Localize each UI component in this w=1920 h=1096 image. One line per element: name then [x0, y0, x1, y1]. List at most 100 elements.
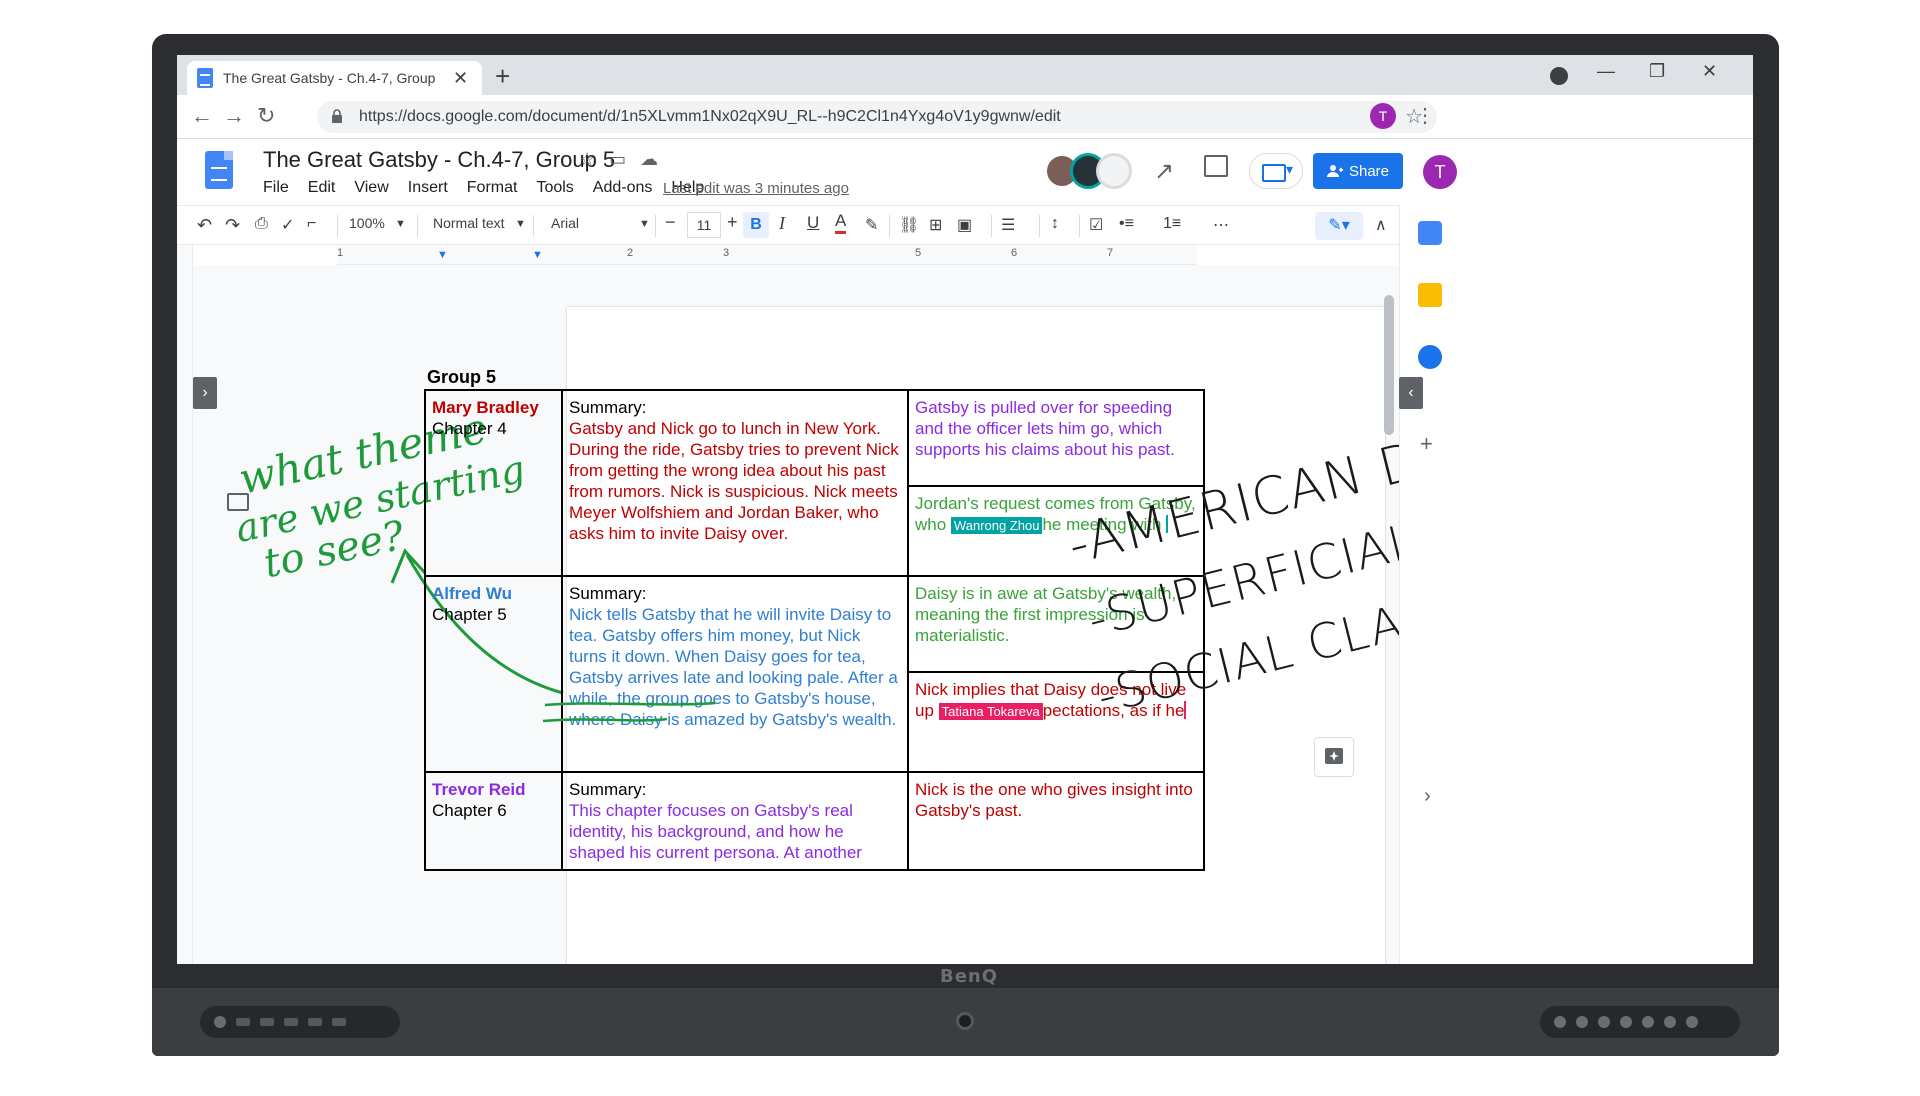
tasks-icon[interactable] [1418, 345, 1442, 369]
add-addon-icon[interactable]: + [1420, 431, 1433, 457]
port-icon [308, 1018, 322, 1026]
menu-edit[interactable]: Edit [308, 179, 336, 197]
underline-button[interactable]: U [807, 213, 819, 233]
close-icon[interactable]: ✕ [453, 68, 468, 89]
omnibox[interactable]: https://docs.google.com/document/d/1n5XL… [317, 101, 1437, 133]
insert-image-icon[interactable]: ▣ [957, 215, 972, 235]
paragraph-style-select[interactable]: Normal text [433, 215, 505, 231]
spellcheck-icon[interactable]: ✓ [281, 215, 294, 235]
font-size-input[interactable]: 11 [687, 212, 721, 238]
tab-stop-icon[interactable]: ▼ [532, 249, 543, 261]
editing-mode-button[interactable]: ✎▾ [1315, 212, 1363, 240]
highlight-icon[interactable]: ✎ [865, 215, 878, 235]
calendar-icon[interactable] [1418, 221, 1442, 245]
cloud-saved-icon[interactable]: ☁ [640, 149, 658, 170]
student-cell[interactable]: Alfred Wu Chapter 5 [424, 575, 563, 773]
summary-label: Summary: [569, 584, 647, 603]
vertical-ruler[interactable] [177, 245, 193, 964]
line-spacing-icon[interactable]: ↕ [1051, 215, 1059, 233]
chevron-down-icon[interactable]: ▼ [515, 218, 526, 230]
collapse-menu-icon[interactable]: ∧ [1375, 215, 1387, 235]
share-button[interactable]: Share [1313, 153, 1403, 189]
undo-icon[interactable]: ↶ [197, 215, 212, 236]
student-name: Trevor Reid [432, 780, 526, 799]
add-comment-icon[interactable]: ⊞ [929, 215, 942, 235]
browser-tab[interactable]: The Great Gatsby - Ch.4-7, Group ✕ [187, 61, 482, 95]
student-cell[interactable]: Mary Bradley Chapter 4 [424, 389, 563, 577]
menu-view[interactable]: View [354, 179, 388, 197]
toolbar-divider [533, 215, 534, 237]
hide-side-panel-icon[interactable]: ‹ [1399, 377, 1423, 409]
note-cell[interactable]: Gatsby is pulled over for speeding and t… [907, 389, 1205, 487]
star-icon[interactable]: ☆ [579, 149, 595, 170]
increase-font-size-icon[interactable]: + [727, 212, 738, 233]
menu-addons[interactable]: Add-ons [593, 179, 653, 197]
italic-button[interactable]: I [779, 213, 785, 234]
browser-profile-avatar[interactable]: T [1370, 103, 1396, 129]
chevron-down-icon[interactable]: ▼ [639, 218, 650, 230]
docs-logo-icon[interactable] [205, 151, 233, 189]
last-edit-link[interactable]: Last edit was 3 minutes ago [663, 180, 849, 197]
more-options-icon[interactable]: ⋯ [1213, 215, 1229, 235]
button-icon[interactable] [1686, 1016, 1698, 1028]
port-icon [236, 1018, 250, 1026]
new-tab-button[interactable]: + [495, 61, 510, 92]
menu-bar: File Edit View Insert Format Tools Add-o… [263, 179, 704, 197]
button-icon[interactable] [1598, 1016, 1610, 1028]
numbered-list-icon[interactable]: 1≡ [1163, 215, 1181, 233]
student-cell[interactable]: Trevor Reid Chapter 6 [424, 771, 563, 871]
keep-icon[interactable] [1418, 283, 1442, 307]
ruler-mark: 7 [1107, 247, 1114, 259]
reload-icon[interactable]: ↻ [257, 103, 275, 129]
group-heading: Group 5 [427, 367, 497, 387]
activity-trend-icon[interactable]: ↗ [1154, 157, 1174, 186]
restore-icon[interactable]: ❐ [1649, 61, 1665, 82]
side-panel: + › [1399, 205, 1753, 964]
move-folder-icon[interactable]: ▭ [609, 149, 626, 170]
link-icon[interactable]: ⛓ [899, 215, 919, 235]
note-cell[interactable]: Nick is the one who gives insight into G… [907, 771, 1205, 871]
indent-marker-icon[interactable]: ▼ [437, 249, 448, 261]
menu-file[interactable]: File [263, 179, 289, 197]
user-avatar[interactable]: T [1423, 155, 1457, 189]
button-icon[interactable] [1576, 1016, 1588, 1028]
explore-button[interactable] [1314, 737, 1354, 777]
button-icon[interactable] [1642, 1016, 1654, 1028]
table-row: Mary Bradley Chapter 4 Summary: Gatsby a… [424, 389, 1205, 577]
bulleted-list-icon[interactable]: •≡ [1119, 215, 1134, 233]
close-window-icon[interactable]: ✕ [1702, 61, 1717, 82]
align-icon[interactable]: ☰ [1001, 215, 1015, 235]
font-select[interactable]: Arial [551, 215, 579, 231]
paint-format-icon[interactable]: ⌐ [307, 215, 316, 233]
button-icon[interactable] [1554, 1016, 1566, 1028]
menu-tools[interactable]: Tools [536, 179, 573, 197]
document-title[interactable]: The Great Gatsby - Ch.4-7, Group 5 [263, 147, 615, 173]
more-collaborators-icon[interactable] [1096, 153, 1132, 189]
button-icon[interactable] [1664, 1016, 1676, 1028]
menu-format[interactable]: Format [467, 179, 518, 197]
button-icon[interactable] [1620, 1016, 1632, 1028]
comments-icon[interactable] [1204, 155, 1228, 177]
expand-panel-icon[interactable]: › [1424, 785, 1431, 808]
present-button[interactable] [1249, 153, 1303, 189]
summary-cell[interactable]: Summary: Nick tells Gatsby that he will … [561, 575, 909, 773]
forward-icon[interactable]: → [223, 103, 245, 129]
browser-menu-icon[interactable]: ⋮ [1415, 103, 1435, 128]
summary-cell[interactable]: Summary: This chapter focuses on Gatsby'… [561, 771, 909, 871]
back-icon[interactable]: ← [191, 103, 213, 129]
summary-cell[interactable]: Summary: Gatsby and Nick go to lunch in … [561, 389, 909, 577]
redo-icon[interactable]: ↷ [225, 215, 240, 236]
text-color-button[interactable]: A [835, 211, 847, 234]
menu-insert[interactable]: Insert [408, 179, 448, 197]
account-menu-icon[interactable] [1550, 67, 1568, 85]
expand-left-icon[interactable]: › [193, 377, 217, 409]
decrease-font-size-icon[interactable]: − [665, 212, 676, 233]
bold-button[interactable]: B [743, 212, 769, 238]
checklist-icon[interactable]: ☑ [1089, 215, 1103, 235]
zoom-select[interactable]: 100% [349, 215, 385, 231]
vertical-scrollbar[interactable] [1384, 295, 1394, 435]
minimize-icon[interactable]: — [1597, 61, 1615, 82]
print-icon[interactable]: ⎙ [255, 215, 268, 233]
chevron-down-icon[interactable]: ▼ [395, 218, 406, 230]
horizontal-ruler[interactable]: 1 2 3 5 6 7 ▼ ▼ [337, 245, 1197, 265]
